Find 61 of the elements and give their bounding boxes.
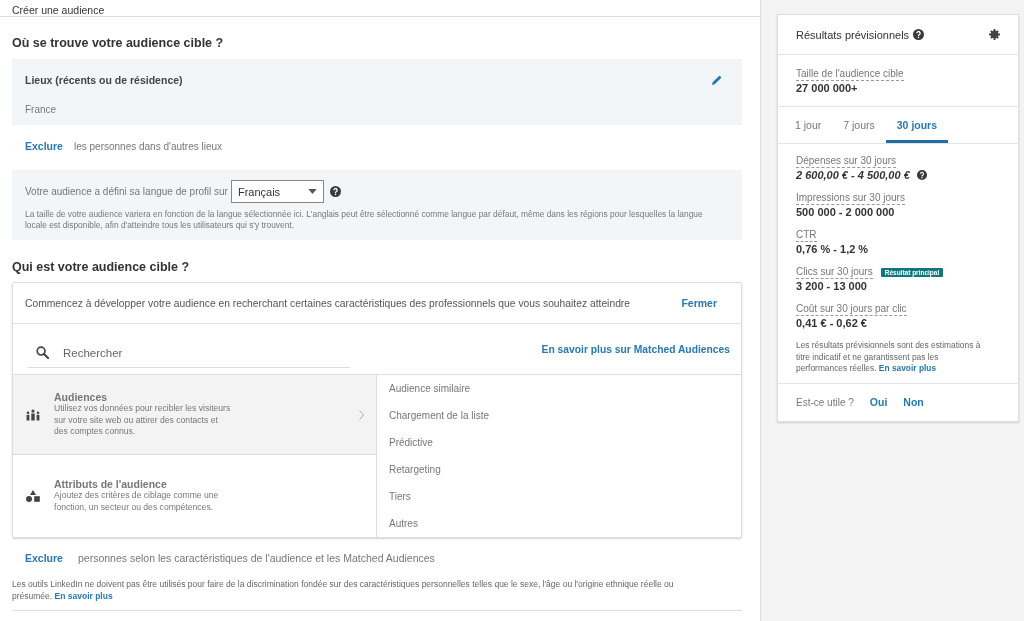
subcategory-item[interactable]: Tiers: [377, 483, 741, 510]
subcategory-item[interactable]: Retargeting: [377, 456, 741, 483]
close-link[interactable]: Fermer: [681, 297, 717, 309]
help-icon[interactable]: [329, 186, 341, 197]
metric-value: 500 000 - 2 000 000: [796, 205, 895, 219]
search-icon: [36, 346, 49, 359]
category-item[interactable]: Audiences Utilisez vos données pour recibler les visiteurs sur votre site web ou attirer des contacts et des comptes connus.: [13, 375, 376, 455]
feedback-link[interactable]: Oui: [869, 396, 888, 408]
edit-icon[interactable]: [711, 74, 722, 86]
metric-value: 3 200 - 13 000: [796, 279, 867, 293]
metric-value: 0,76 % - 1,2 %: [796, 242, 869, 256]
shapes-icon: [26, 489, 40, 502]
category-title: Audiences: [54, 391, 108, 404]
settings-icon[interactable]: [989, 29, 1000, 40]
period-tab[interactable]: 30 jours: [885, 107, 949, 143]
help-icon[interactable]: [913, 29, 925, 40]
metric-label: Coût sur 30 jours par clic: [796, 303, 907, 316]
subcategory-item[interactable]: Audience similaire: [377, 375, 741, 402]
intro-text: Commencez à développer votre audience en recherchant certaines caractéristiques des professionnels que vous souhaitez atteindre: [25, 297, 630, 309]
exclude-link[interactable]: Exclure: [25, 552, 63, 564]
learn-more-link[interactable]: En savoir plus: [878, 363, 937, 373]
category-item[interactable]: Attributs de l'audience Ajoutez des critères de ciblage comme une fonction, un secteur ou des compétences.: [13, 455, 376, 536]
forecast-title: Résultats prévisionnels: [796, 28, 910, 41]
locations-label: Lieux (récents ou de résidence): [25, 73, 183, 87]
page-title: Créer une audience: [12, 3, 105, 16]
subcategory-item[interactable]: Chargement de la liste: [377, 402, 741, 429]
metric-label: Clics sur 30 jours: [796, 266, 873, 279]
metric-value: 0,41 € - 0,62 €: [796, 316, 867, 330]
caret-icon: [307, 189, 317, 194]
help-icon[interactable]: [916, 170, 927, 180]
metric-value: 2 600,00 € - 4 500,00 €: [796, 168, 910, 182]
period-tab[interactable]: 7 jours: [832, 107, 886, 143]
learn-more-link[interactable]: En savoir plus sur Matched Audiences: [541, 343, 730, 355]
metric-label: CTR: [796, 229, 817, 242]
subcategory-item[interactable]: Prédictive: [377, 429, 741, 456]
audience-size-value: 27 000 000+: [796, 81, 858, 95]
exclude-link[interactable]: Exclure: [25, 140, 63, 152]
feedback-question: Est-ce utile ?: [796, 396, 854, 408]
section-heading: Où se trouve votre audience cible ?: [12, 35, 225, 51]
metric-label: Impressions sur 30 jours: [796, 192, 905, 205]
subcategory-item[interactable]: Autres: [377, 510, 741, 537]
feedback-link[interactable]: Non: [903, 396, 924, 408]
language-label: Votre audience a défini sa langue de profil sur: [25, 186, 228, 197]
search-field[interactable]: Rechercher: [28, 338, 350, 368]
chevron-right-icon: [359, 409, 364, 420]
exclude-description: les personnes dans d'autres lieux: [73, 140, 223, 152]
language-note: La taille de votre audience variera en fonction de la langue sélectionnée ici. L'anglais peut être sélectionné comme langue par défaut, même dans les régions pour lesquelles la langue locale est disponible, afin d'atteindre tous les utilisateurs qui s'y trouvent.: [25, 209, 704, 231]
people-icon: [26, 408, 40, 421]
language-select[interactable]: Français: [230, 180, 324, 203]
category-description: Ajoutez des critères de ciblage comme une fonction, un secteur ou des compétences.: [54, 490, 220, 513]
section-heading: Qui est votre audience cible ?: [12, 259, 191, 275]
location-value: France: [25, 103, 57, 117]
category-description: Utilisez vos données pour recibler les visiteurs sur votre site web ou attirer des contacts et des comptes connus.: [54, 403, 232, 438]
category-title: Attributs de l'audience: [54, 478, 167, 490]
learn-more-link[interactable]: En savoir plus: [54, 591, 113, 601]
exclude-description: personnes selon les caractéristiques de l'audience et les Matched Audiences: [77, 552, 435, 564]
metric-label: Dépenses sur 30 jours: [796, 155, 897, 168]
audience-size-label: Taille de l'audience cible: [796, 68, 904, 81]
forecast-note: Les résultats prévisionnels sont des estimations à titre indicatif et ne garantissent pas les performances réelles. En savoir plus: [796, 340, 982, 375]
period-tab[interactable]: 1 jour: [784, 107, 833, 143]
disclaimer-text: Les outils LinkedIn ne doivent pas être utilisés pour faire de la discrimination fondée sur des caractéristiques personnelles telles que le sexe, l'âge ou l'origine ethnique réelle ou présumée. En savoir plus: [12, 578, 742, 611]
